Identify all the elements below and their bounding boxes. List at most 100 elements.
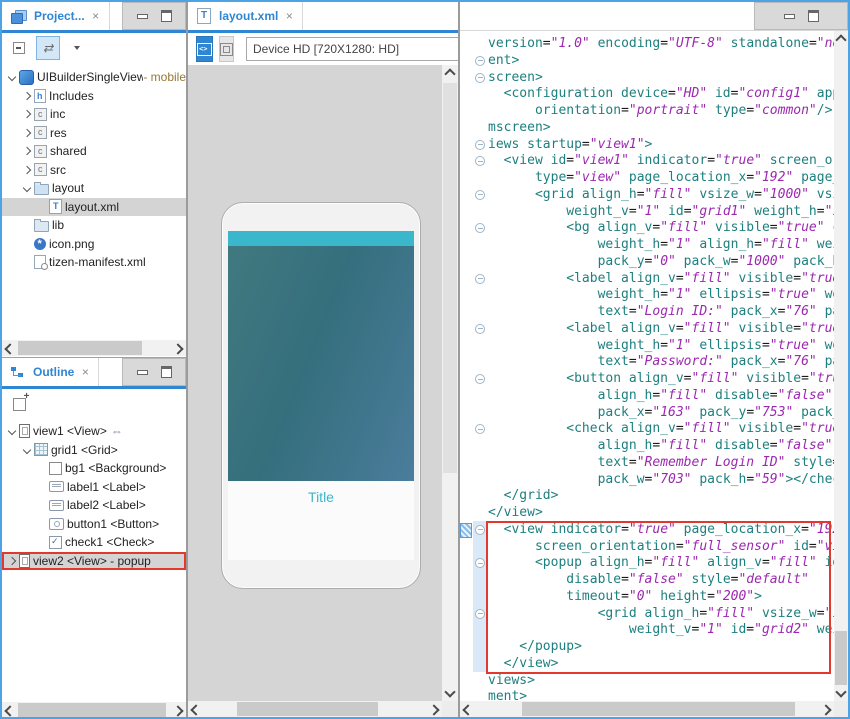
tab-project-explorer[interactable]: Project... [2, 2, 110, 30]
xml-code-editor[interactable]: version="1.0" encoding="UTF-8" standalon… [460, 31, 834, 701]
source-editor-panel: version="1.0" encoding="UTF-8" standalon… [460, 2, 848, 717]
outline-row-view2[interactable]: view2 <View> - popup [2, 552, 186, 571]
fold-collapse-icon[interactable] [475, 525, 485, 535]
project-item-label: tizen-manifest.xml [49, 255, 146, 269]
chevron-right-icon[interactable] [5, 558, 19, 564]
outline-row-button1[interactable]: button1 <Button> [2, 515, 186, 534]
project-row-icon.png[interactable]: icon.png [2, 235, 186, 254]
scroll-right-icon[interactable] [820, 704, 831, 715]
outline-row-check1[interactable]: check1 <Check> [2, 533, 186, 552]
chevron-right-icon[interactable] [20, 93, 34, 99]
scroll-left-icon[interactable] [4, 343, 15, 354]
fold-collapse-icon[interactable] [475, 190, 485, 200]
fold-collapse-icon[interactable] [475, 374, 485, 384]
fold-collapse-icon[interactable] [475, 140, 485, 150]
scroll-left-icon[interactable] [4, 705, 15, 716]
maximize-icon[interactable] [808, 10, 819, 22]
close-icon[interactable] [283, 9, 295, 23]
scroll-right-icon[interactable] [428, 704, 439, 715]
project-tab-label: Project... [34, 9, 85, 23]
scroll-right-icon[interactable] [172, 705, 183, 716]
project-row-layout.xml[interactable]: layout.xml [2, 198, 186, 217]
outline-item-label: view2 <View> - popup [33, 554, 151, 568]
chevron-down-icon[interactable] [5, 428, 19, 434]
tab-layout-xml[interactable]: layout.xml [188, 2, 303, 30]
source-view-toggle-button[interactable] [196, 36, 213, 62]
device-select[interactable]: Device HD [720X1280: HD] [246, 37, 458, 61]
outline-row-view1[interactable]: view1 <View>⇔ [2, 422, 186, 441]
minimize-icon[interactable] [137, 370, 148, 375]
chevron-right-icon[interactable] [20, 148, 34, 154]
chevron-right-icon[interactable] [20, 167, 34, 173]
code-line: weight_h="1" ellipsis="true" weight_v="1… [488, 338, 834, 355]
fold-collapse-icon[interactable] [475, 274, 485, 284]
chevron-right-icon[interactable] [20, 130, 34, 136]
project-row-layout[interactable]: layout [2, 179, 186, 198]
chevron-down-icon[interactable] [5, 74, 19, 80]
fold-collapse-icon[interactable] [475, 56, 485, 66]
scroll-down-icon[interactable] [835, 686, 846, 697]
design-canvas[interactable]: Title [188, 65, 442, 701]
project-row-uibuildersingleview[interactable]: UIBuilderSingleView - mobile [2, 68, 186, 87]
code-line: <button align_v="fill" visible="true" id… [488, 371, 834, 388]
fold-collapse-icon[interactable] [475, 324, 485, 334]
source-vscroll-thumb[interactable] [835, 631, 847, 685]
design-vscrollbar [442, 65, 458, 701]
cfolder-icon [34, 108, 47, 121]
outline-item-label: view1 <View> [33, 424, 107, 438]
project-row-shared[interactable]: shared [2, 142, 186, 161]
tab-outline[interactable]: Outline [2, 358, 99, 386]
collapse-all-button[interactable] [7, 36, 31, 60]
focus-widget-button[interactable] [7, 392, 31, 416]
project-row-includes[interactable]: Includes [2, 87, 186, 106]
project-row-lib[interactable]: lib [2, 216, 186, 235]
fold-collapse-icon[interactable] [475, 424, 485, 434]
design-vscroll-thumb[interactable] [443, 83, 457, 473]
design-hscroll-thumb[interactable] [237, 702, 378, 716]
project-row-res[interactable]: res [2, 124, 186, 143]
outline-tree[interactable]: view1 <View>⇔grid1 <Grid>bg1 <Background… [2, 417, 186, 702]
project-hscroll-thumb[interactable] [18, 341, 142, 355]
outline-row-label1[interactable]: label1 <Label> [2, 478, 186, 497]
scroll-up-icon[interactable] [444, 68, 455, 79]
project-row-src[interactable]: src [2, 161, 186, 180]
minimize-icon[interactable] [784, 14, 795, 19]
source-hscroll-thumb[interactable] [522, 702, 795, 716]
link-with-editor-button[interactable] [36, 36, 60, 60]
outline-row-grid1[interactable]: grid1 <Grid> [2, 441, 186, 460]
project-explorer-panel: Project... UIBuilderSingleView - mobileI… [2, 2, 186, 356]
minimize-icon[interactable] [137, 14, 148, 19]
code-line: weight_h="1" align_h="fill" weight_v="1" [488, 237, 834, 254]
project-tree[interactable]: UIBuilderSingleView - mobileIncludesincr… [2, 63, 186, 340]
fold-collapse-icon[interactable] [475, 609, 485, 619]
scroll-up-icon[interactable] [835, 34, 846, 45]
fold-collapse-icon[interactable] [475, 156, 485, 166]
scroll-left-icon[interactable] [462, 704, 473, 715]
fold-gutter [473, 31, 488, 701]
close-icon[interactable] [90, 9, 102, 23]
scroll-right-icon[interactable] [172, 343, 183, 354]
cfolder-icon [34, 163, 47, 176]
view-menu-button[interactable] [65, 36, 89, 60]
chevron-right-icon[interactable] [20, 111, 34, 117]
outline-row-bg1[interactable]: bg1 <Background> [2, 459, 186, 478]
code-line: <bg align_v="fill" visible="true" color=… [488, 220, 834, 237]
code-line: version="1.0" encoding="UTF-8" standalon… [488, 36, 834, 53]
code-line: <popup align_h="fill" align_v="fill" id=… [488, 555, 834, 572]
fold-collapse-icon[interactable] [475, 223, 485, 233]
scroll-down-icon[interactable] [444, 686, 455, 697]
close-icon[interactable] [79, 365, 91, 379]
design-view-toggle-button[interactable] [219, 36, 234, 62]
outline-row-label2[interactable]: label2 <Label> [2, 496, 186, 515]
scroll-left-icon[interactable] [190, 704, 201, 715]
project-row-tizen-manifest.xml[interactable]: tizen-manifest.xml [2, 253, 186, 272]
outline-hscroll-thumb[interactable] [18, 703, 166, 717]
chevron-down-icon[interactable] [20, 447, 34, 453]
maximize-icon[interactable] [161, 10, 172, 22]
fold-collapse-icon[interactable] [475, 73, 485, 83]
device-preview-screen[interactable]: Title [228, 231, 414, 560]
chevron-down-icon[interactable] [20, 185, 34, 191]
project-row-inc[interactable]: inc [2, 105, 186, 124]
maximize-icon[interactable] [161, 366, 172, 378]
manifest-icon [34, 255, 46, 269]
